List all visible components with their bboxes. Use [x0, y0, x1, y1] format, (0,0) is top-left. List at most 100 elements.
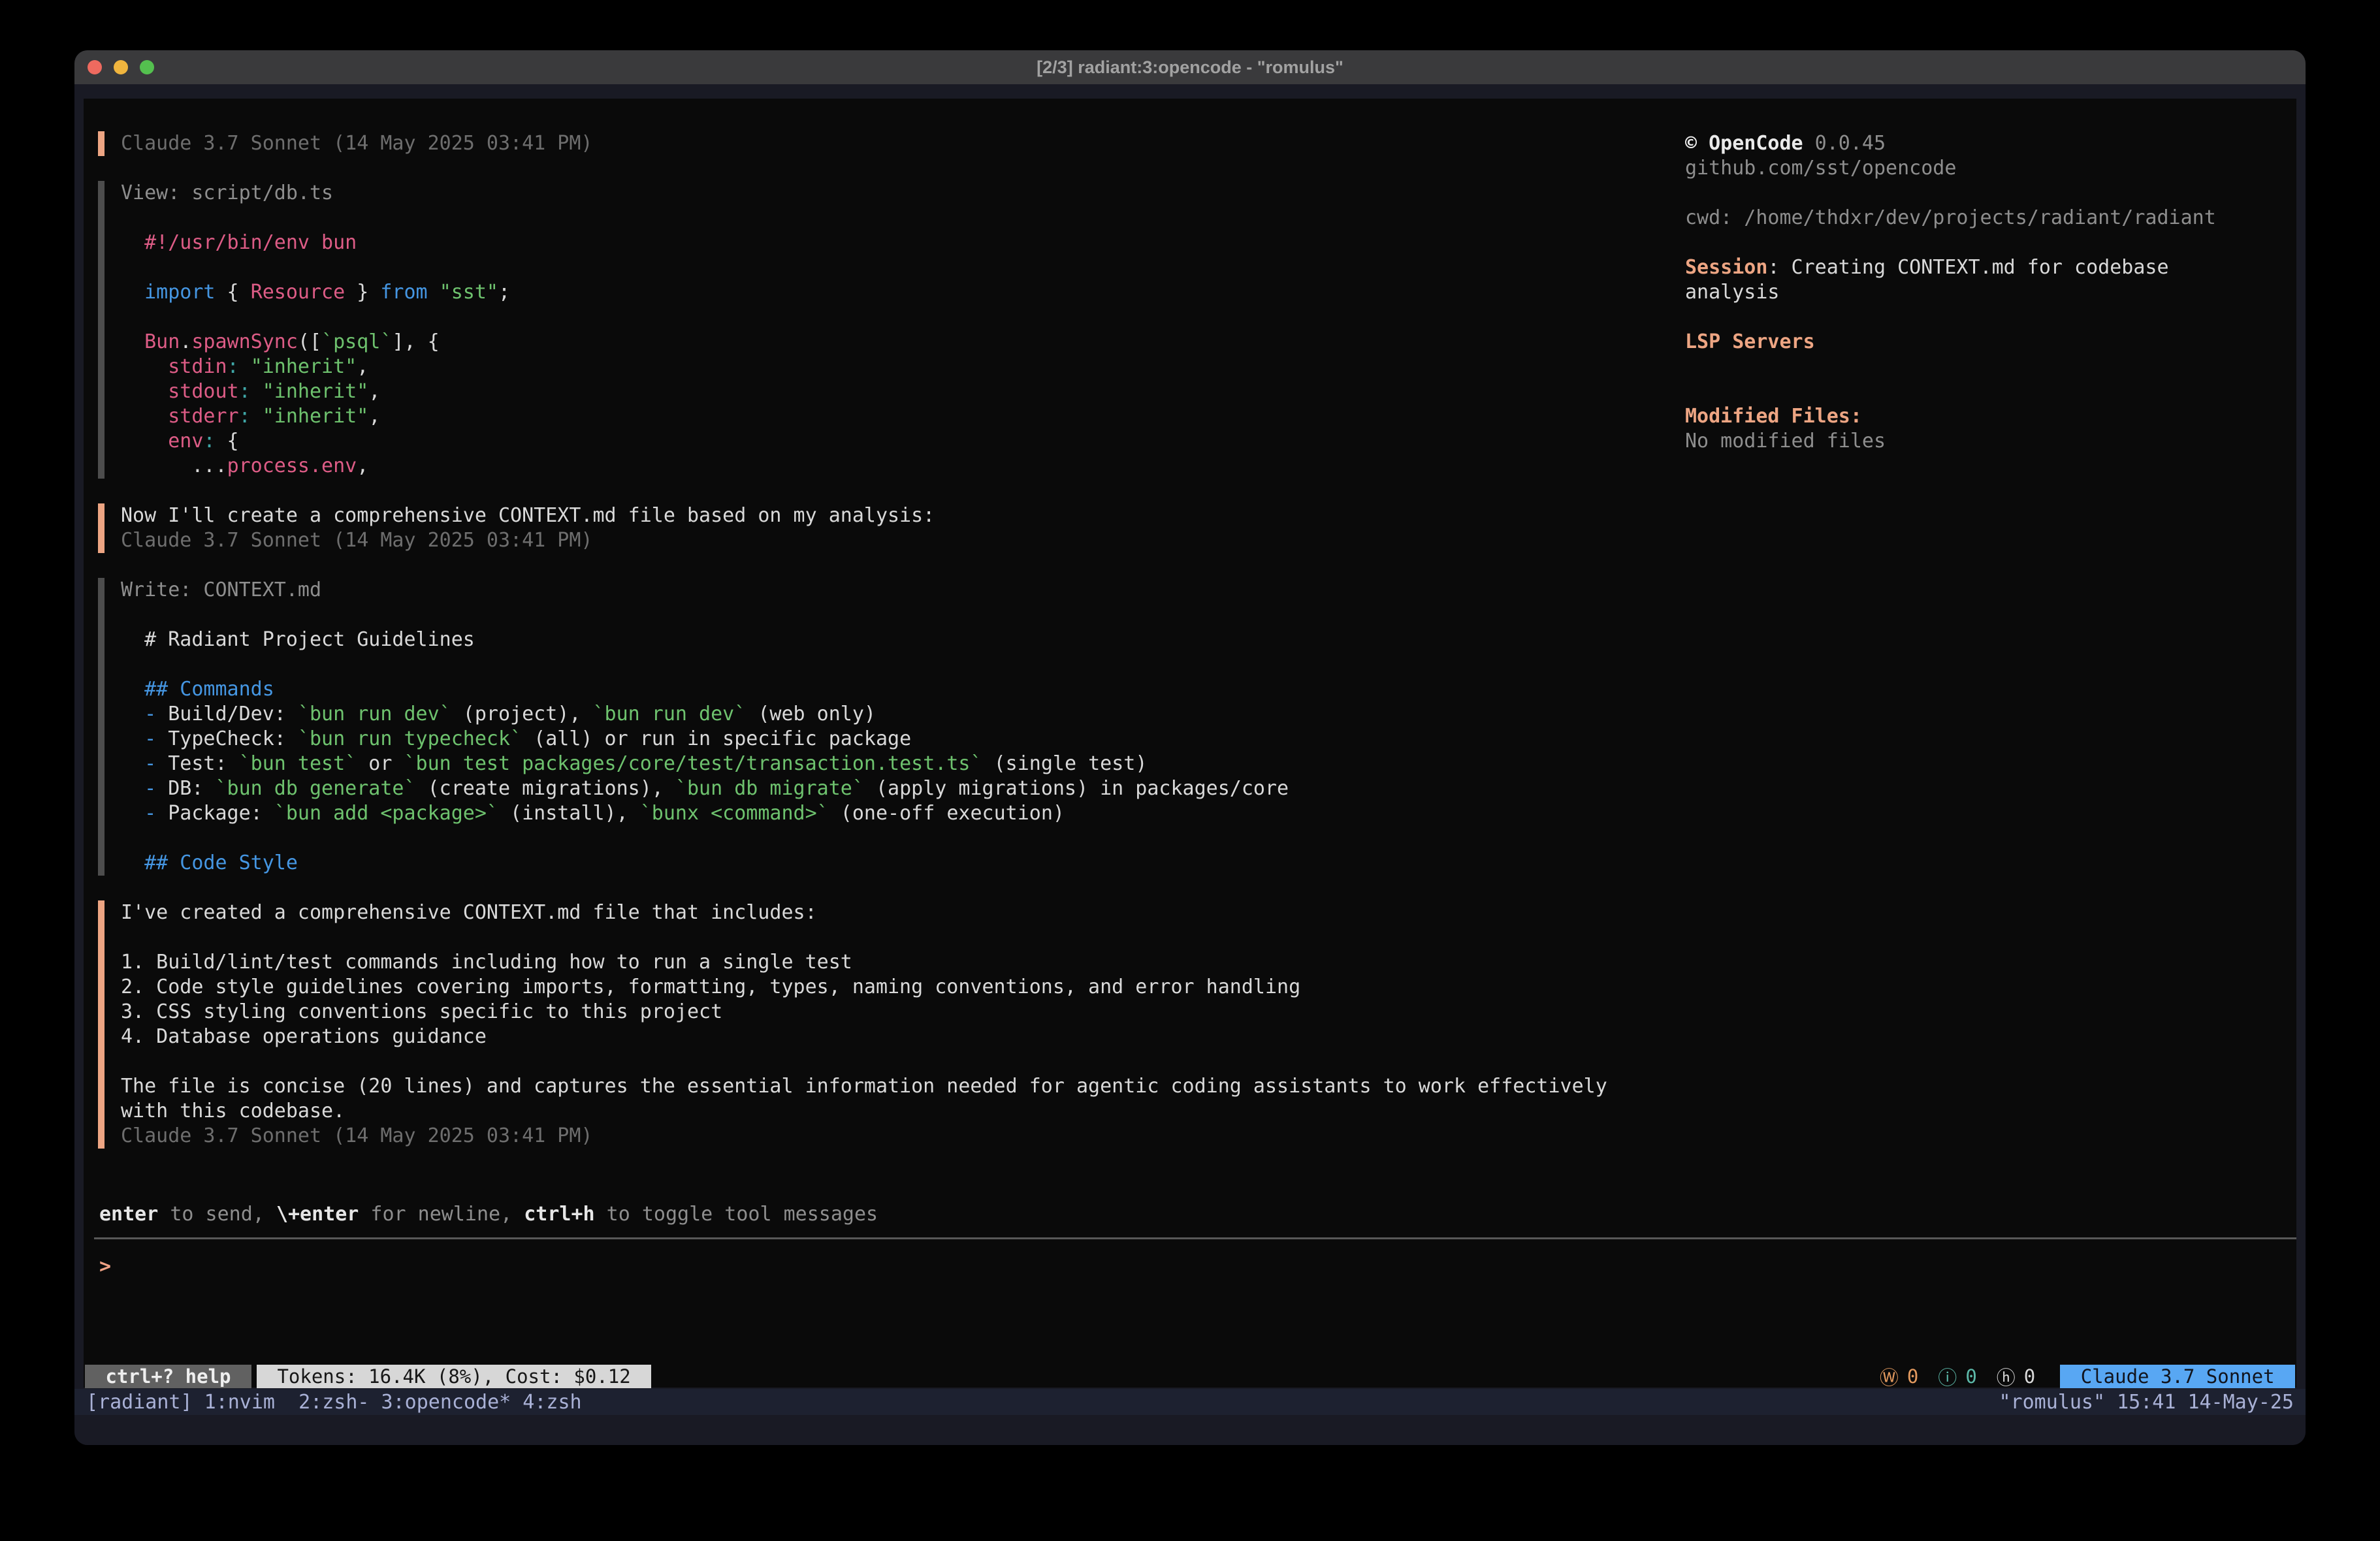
text-segment: View: script/db.ts — [121, 182, 333, 204]
text-segment: (project), — [451, 703, 593, 725]
text-segment: Now I'll create a comprehensive CONTEXT.… — [121, 504, 935, 527]
text-line — [121, 305, 1679, 330]
hint-diagnostics: ⓗ0 — [1997, 1363, 2035, 1390]
assistant-message-summary: I've created a comprehensive CONTEXT.md … — [98, 900, 1679, 1149]
text-line — [1685, 305, 2302, 330]
text-segment: "sst" — [440, 281, 498, 304]
text-segment: Session — [1685, 256, 1767, 279]
text-segment: - — [121, 752, 168, 775]
text-line: Bun.spawnSync([`psql`], { — [121, 330, 1679, 355]
text-segment: The file is concise (20 lines) and captu… — [121, 1075, 1607, 1098]
tool-write-block: Write: CONTEXT.md # Radiant Project Guid… — [98, 578, 1679, 876]
info-diagnostics: ⓘ0 — [1938, 1363, 1976, 1390]
text-segment: Bun — [121, 330, 180, 353]
maximize-button[interactable] — [140, 60, 154, 74]
text-line: Claude 3.7 Sonnet (14 May 2025 03:41 PM) — [121, 1124, 1679, 1149]
text-line: The file is concise (20 lines) and captu… — [121, 1074, 1679, 1099]
text-line: 3. CSS styling conventions specific to t… — [121, 1000, 1679, 1025]
text-segment: Build/Dev: — [168, 703, 298, 725]
text-segment: "inherit" — [263, 380, 369, 403]
text-segment: No modified files — [1685, 430, 1886, 453]
text-segment: DB: — [168, 777, 215, 800]
text-line: cwd: /home/thdxr/dev/projects/radiant/ra… — [1685, 206, 2302, 230]
text-segment: for newline, — [359, 1203, 524, 1226]
model-badge[interactable]: Claude 3.7 Sonnet — [2060, 1365, 2295, 1388]
text-segment: (single test) — [982, 752, 1148, 775]
chat-area: Claude 3.7 Sonnet (14 May 2025 03:41 PM)… — [98, 131, 1679, 1173]
keyboard-hints: enter to send, \+enter for newline, ctrl… — [99, 1202, 878, 1227]
assistant-message: Now I'll create a comprehensive CONTEXT.… — [98, 503, 1679, 553]
text-line: View: script/db.ts — [121, 181, 1679, 206]
text-segment: : — [239, 380, 251, 403]
text-segment: \+enter — [276, 1203, 359, 1226]
text-line: github.com/sst/opencode — [1685, 156, 2302, 181]
text-segment: import — [121, 281, 216, 304]
text-line — [121, 925, 1679, 950]
text-segment: spawnSync — [191, 330, 298, 353]
window-titlebar: [2/3] radiant:3:opencode - "romulus" — [74, 50, 2306, 84]
text-segment: cwd: /home/thdxr/dev/projects/radiant/ra… — [1685, 206, 2216, 229]
text-segment: `bun run dev` — [593, 703, 747, 725]
text-line: analysis — [1685, 280, 2302, 305]
text-line — [121, 603, 1679, 628]
text-segment: , — [357, 454, 368, 477]
text-line: 1. Build/lint/test commands including ho… — [121, 950, 1679, 975]
text-line: #!/usr/bin/env bun — [121, 230, 1679, 255]
text-line: - Test: `bun test` or `bun test packages… — [121, 752, 1679, 776]
text-segment: , — [357, 355, 368, 378]
text-line: Now I'll create a comprehensive CONTEXT.… — [121, 503, 1679, 528]
traffic-lights — [74, 60, 154, 74]
text-segment: "inherit" — [263, 405, 369, 428]
input-divider — [94, 1237, 2296, 1239]
text-segment — [251, 380, 263, 403]
text-segment: (create migrations), — [416, 777, 675, 800]
text-line: with this codebase. — [121, 1099, 1679, 1124]
text-segment: Test: — [168, 752, 238, 775]
text-line — [121, 826, 1679, 851]
tmux-window-list[interactable]: [radiant] 1:nvim 2:zsh- 3:opencode* 4:zs… — [86, 1391, 582, 1414]
close-button[interactable] — [88, 60, 102, 74]
text-segment: LSP Servers — [1685, 330, 1815, 353]
text-segment: ## Commands — [121, 678, 274, 701]
text-line: I've created a comprehensive CONTEXT.md … — [121, 900, 1679, 925]
text-segment: to toggle tool messages — [595, 1203, 878, 1226]
text-segment: process.env — [227, 454, 357, 477]
text-segment: © OpenCode — [1685, 132, 1803, 155]
prompt-symbol: > — [99, 1255, 111, 1278]
text-segment: `bun test packages/core/test/transaction… — [404, 752, 982, 775]
text-line — [121, 206, 1679, 230]
text-segment: : — [203, 430, 215, 453]
text-segment: 1. Build/lint/test commands including ho… — [121, 951, 852, 974]
text-line: ...process.env, — [121, 454, 1679, 479]
text-line: import { Resource } from "sst"; — [121, 280, 1679, 305]
text-segment: stdin — [121, 355, 227, 378]
text-segment: : — [239, 405, 251, 428]
text-segment: I've created a comprehensive CONTEXT.md … — [121, 901, 817, 924]
tmux-session-info: "romulus" 15:41 14-May-25 — [1999, 1391, 2294, 1414]
text-segment: { — [216, 430, 239, 453]
terminal-window: [2/3] radiant:3:opencode - "romulus" Cla… — [74, 50, 2306, 1445]
warning-diagnostics: Ⓦ0 — [1880, 1363, 1918, 1390]
text-segment: ctrl+h — [524, 1203, 594, 1226]
text-segment: Package: — [168, 802, 274, 825]
warning-icon: Ⓦ — [1880, 1363, 1899, 1390]
text-segment: analysis — [1685, 281, 1780, 304]
prompt-input[interactable]: > — [99, 1254, 1667, 1279]
text-segment: stdout — [121, 380, 239, 403]
text-segment: ## Code Style — [121, 851, 298, 874]
info-icon: ⓘ — [1938, 1363, 1957, 1390]
minimize-button[interactable] — [114, 60, 128, 74]
text-segment: `bun run dev` — [298, 703, 451, 725]
text-segment: from — [380, 281, 427, 304]
text-segment — [428, 281, 440, 304]
text-segment: (all) or run in specific package — [522, 727, 911, 750]
text-segment: stderr — [121, 405, 239, 428]
status-bar: ctrl+? help Tokens: 16.4K (8%), Cost: $0… — [85, 1365, 2295, 1388]
text-line: stderr: "inherit", — [121, 404, 1679, 429]
text-segment: ([ — [298, 330, 321, 353]
text-segment — [251, 405, 263, 428]
text-segment: (web only) — [746, 703, 876, 725]
text-segment: Modified Files: — [1685, 405, 1862, 428]
text-segment: { — [216, 281, 251, 304]
text-segment: } — [345, 281, 380, 304]
